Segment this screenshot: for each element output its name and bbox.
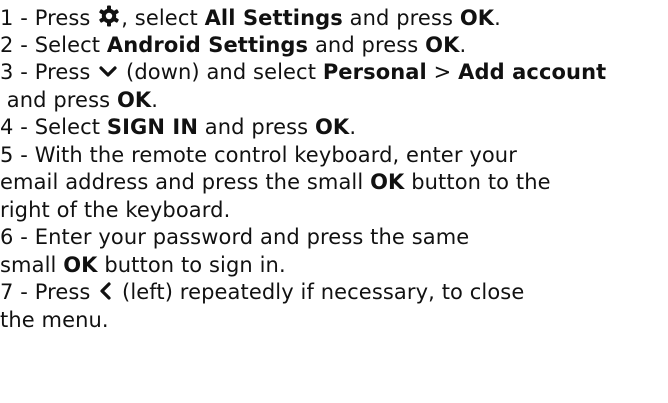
step-text: .: [151, 87, 159, 112]
step-text: and press: [198, 115, 315, 139]
menu-label-personal: Personal: [322, 60, 427, 84]
step-number: 7 -: [0, 280, 35, 304]
gear-icon: [97, 4, 121, 36]
step-text: and press: [0, 87, 117, 112]
step-1: 1 - Press , select All Settings and pres…: [0, 4, 668, 32]
step-text: the menu.: [0, 307, 109, 332]
step-text: email address and press the small: [0, 170, 371, 194]
step-number: 3 -: [0, 60, 35, 84]
step-text: (left) repeatedly if necessary, to close: [115, 280, 525, 304]
step-number: 4 -: [0, 115, 35, 139]
step-number: 2 -: [0, 32, 35, 57]
step-3: 3 - Press (down) and select Personal > A…: [0, 59, 668, 87]
ok-key-label: OK: [425, 32, 460, 57]
step-5-continued: email address and press the small OK but…: [0, 169, 668, 197]
step-text: >: [426, 60, 459, 84]
step-6-continued: small OK button to sign in.: [0, 252, 668, 280]
ok-key-label: OK: [459, 6, 495, 30]
step-6: 6 - Enter your password and press the sa…: [0, 224, 668, 252]
instruction-list: 1 - Press , select All Settings and pres…: [0, 0, 668, 334]
chevron-down-icon: [97, 60, 119, 90]
step-5: 5 - With the remote control keyboard, en…: [0, 142, 668, 170]
step-text: Press: [34, 6, 98, 30]
step-text: .: [459, 32, 467, 57]
step-3-continued: and press OK.: [0, 87, 668, 115]
step-number: 1 -: [0, 6, 35, 30]
step-text: Select: [34, 115, 107, 139]
step-7: 7 - Press (left) repeatedly if necessary…: [0, 279, 668, 307]
ok-key-label: OK: [116, 87, 152, 112]
step-text: small: [0, 252, 64, 277]
step-text: Press: [34, 280, 98, 304]
ok-key-label: OK: [63, 252, 98, 277]
step-text: .: [494, 6, 501, 30]
step-5-continued-2: right of the keyboard.: [0, 197, 668, 225]
step-text: With the remote control keyboard, enter …: [34, 142, 517, 167]
menu-label-android-settings: Android Settings: [106, 32, 309, 57]
step-2: 2 - Select Android Settings and press OK…: [0, 32, 668, 60]
menu-label-add-account: Add account: [458, 60, 607, 84]
step-text: right of the keyboard.: [0, 197, 231, 222]
step-7-continued: the menu.: [0, 307, 668, 335]
step-text: Press: [34, 60, 98, 84]
step-text: button to the: [404, 170, 551, 194]
menu-label-sign-in: SIGN IN: [106, 115, 199, 139]
step-text: Select: [34, 32, 107, 57]
step-number: 6 -: [0, 225, 35, 249]
step-number: 5 -: [0, 142, 35, 167]
step-text: Enter your password and press the same: [34, 225, 470, 249]
step-4: 4 - Select SIGN IN and press OK.: [0, 114, 668, 142]
ok-key-label: OK: [314, 115, 350, 139]
step-text: (down) and select: [119, 60, 323, 84]
step-text: .: [349, 115, 357, 139]
step-text: and press: [342, 6, 460, 30]
chevron-left-icon: [97, 280, 115, 310]
step-text: and press: [308, 32, 426, 57]
ok-key-label: OK: [370, 170, 405, 194]
menu-label-all-settings: All Settings: [204, 6, 343, 30]
step-text: , select: [121, 6, 205, 30]
step-text: button to sign in.: [97, 252, 286, 277]
